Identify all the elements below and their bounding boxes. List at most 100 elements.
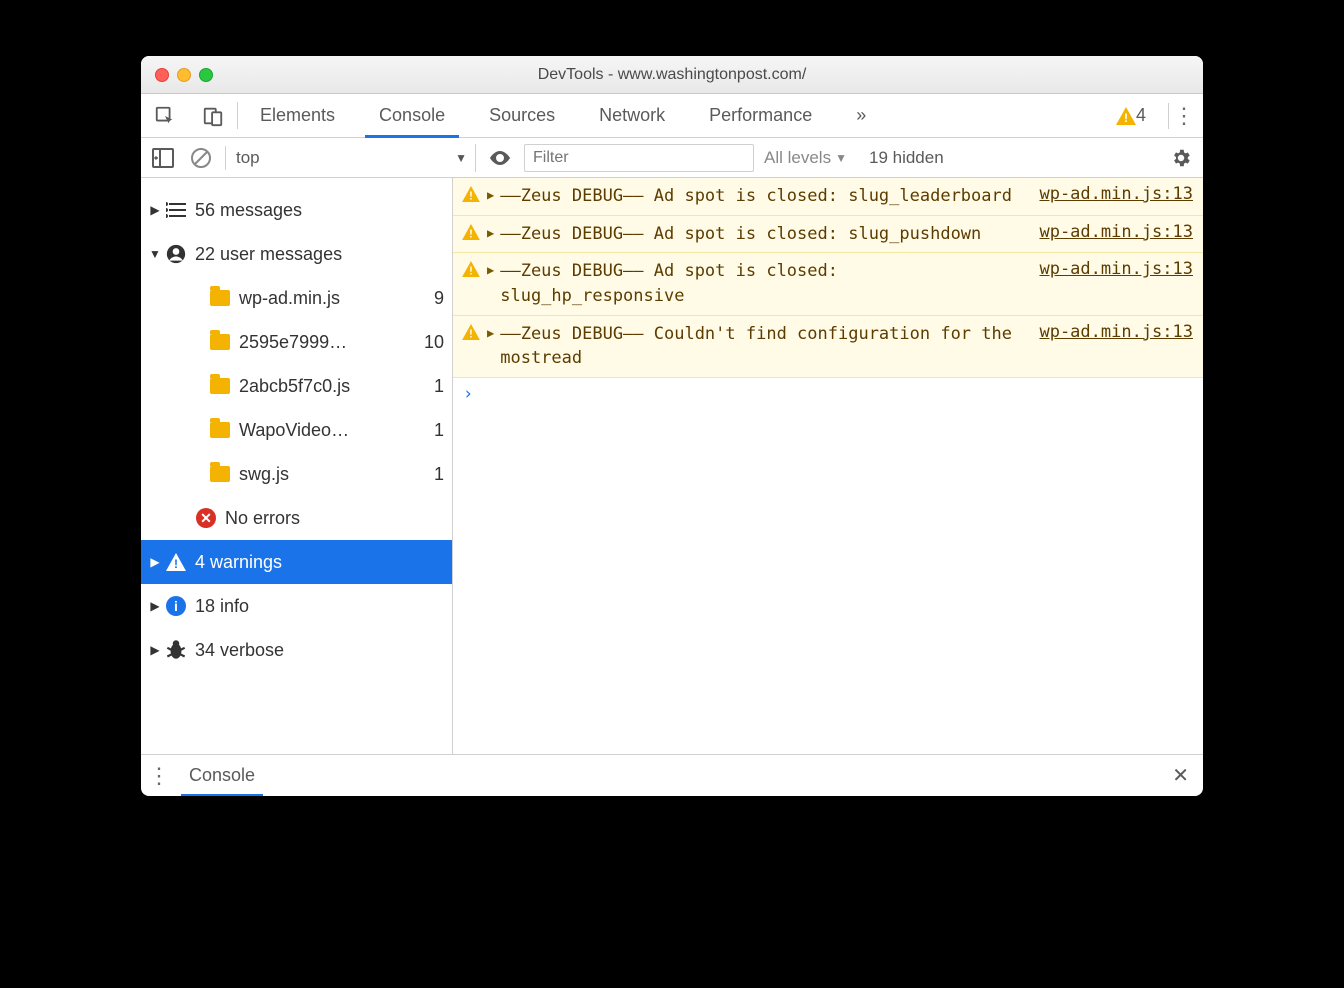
tab-label: Console [379, 105, 445, 126]
log-message: ––Zeus DEBUG–– Ad spot is closed: slug_p… [500, 222, 1023, 247]
warning-badge-icon[interactable]: ! [1116, 107, 1136, 125]
tab-network[interactable]: Network [577, 94, 687, 137]
bug-icon [163, 637, 189, 663]
console-prompt[interactable]: › [453, 378, 1203, 410]
folder-icon [207, 422, 233, 438]
chevron-down-icon: ▼ [835, 151, 847, 165]
folder-icon [207, 378, 233, 394]
file-count: 1 [428, 376, 444, 397]
file-name: swg.js [239, 464, 428, 485]
folder-icon [207, 466, 233, 482]
sidebar-item-errors[interactable]: ✕ No errors [141, 496, 452, 540]
sidebar-item-label: 22 user messages [195, 244, 444, 265]
clear-console-icon[interactable] [187, 144, 215, 172]
tab-console[interactable]: Console [357, 94, 467, 137]
file-count: 9 [428, 288, 444, 309]
log-row-warning[interactable]: ! ▶ ––Zeus DEBUG–– Ad spot is closed: sl… [453, 253, 1203, 315]
log-row-warning[interactable]: ! ▶ ––Zeus DEBUG–– Ad spot is closed: sl… [453, 216, 1203, 254]
disclosure-icon [147, 555, 163, 569]
disclosure-icon[interactable]: ▶ [487, 226, 494, 240]
log-source-link[interactable]: wp-ad.min.js:13 [1039, 259, 1193, 279]
close-icon[interactable]: ✕ [1164, 759, 1197, 792]
tab-label: Sources [489, 105, 555, 126]
tab-label: Network [599, 105, 665, 126]
tab-label: Elements [260, 105, 335, 126]
disclosure-icon[interactable]: ▶ [487, 263, 494, 277]
log-message: ––Zeus DEBUG–– Ad spot is closed: slug_h… [500, 259, 1023, 308]
context-label: top [236, 148, 260, 168]
filter-input[interactable] [524, 144, 754, 172]
sidebar-item-warnings[interactable]: ! 4 warnings [141, 540, 452, 584]
sidebar-item-verbose[interactable]: 34 verbose [141, 628, 452, 672]
svg-text:!: ! [468, 227, 474, 240]
svg-text:!: ! [468, 189, 474, 202]
window-title: DevTools - www.washingtonpost.com/ [153, 66, 1191, 84]
drawer-tab-console[interactable]: Console [181, 755, 263, 796]
warning-icon: ! [461, 324, 481, 340]
log-source-link[interactable]: wp-ad.min.js:13 [1039, 184, 1193, 204]
sidebar-item-label: 34 verbose [195, 640, 444, 661]
sidebar-item-label: 56 messages [195, 200, 444, 221]
log-row-warning[interactable]: ! ▶ ––Zeus DEBUG–– Couldn't find configu… [453, 316, 1203, 378]
svg-text:!: ! [468, 265, 474, 278]
panel-tabbar: Elements Console Sources Network Perform… [141, 94, 1203, 138]
live-expression-icon[interactable] [486, 144, 514, 172]
drawer-menu-icon[interactable]: ⋮ [147, 763, 171, 789]
tab-overflow[interactable]: » [834, 94, 888, 137]
log-source-link[interactable]: wp-ad.min.js:13 [1039, 322, 1193, 342]
log-message: ––Zeus DEBUG–– Ad spot is closed: slug_l… [500, 184, 1023, 209]
svg-text:!: ! [1124, 111, 1128, 125]
tab-performance[interactable]: Performance [687, 94, 834, 137]
console-toolbar: top ▼ All levels ▼ 19 hidden [141, 138, 1203, 178]
sidebar-file-item[interactable]: 2595e7999… 10 [141, 320, 452, 364]
sidebar-item-info[interactable]: i 18 info [141, 584, 452, 628]
disclosure-icon[interactable]: ▶ [487, 326, 494, 340]
inspect-element-icon[interactable] [141, 94, 189, 137]
log-source-link[interactable]: wp-ad.min.js:13 [1039, 222, 1193, 242]
tab-elements[interactable]: Elements [238, 94, 357, 137]
file-name: 2abcb5f7c0.js [239, 376, 428, 397]
console-sidebar: 56 messages 22 user messages wp-ad.min.j… [141, 178, 453, 754]
device-toolbar-icon[interactable] [189, 94, 237, 137]
list-icon [163, 202, 189, 218]
overflow-glyph: » [856, 105, 866, 126]
warning-badge-count[interactable]: 4 [1136, 105, 1146, 126]
sidebar-file-item[interactable]: wp-ad.min.js 9 [141, 276, 452, 320]
traffic-lights [155, 68, 213, 82]
warning-icon: ! [461, 186, 481, 202]
sidebar-file-item[interactable]: swg.js 1 [141, 452, 452, 496]
gear-icon[interactable] [1167, 144, 1195, 172]
disclosure-icon[interactable]: ▶ [487, 188, 494, 202]
sidebar-item-messages[interactable]: 56 messages [141, 188, 452, 232]
sidebar-file-item[interactable]: 2abcb5f7c0.js 1 [141, 364, 452, 408]
user-icon [163, 244, 189, 264]
svg-text:!: ! [174, 557, 178, 571]
close-window-button[interactable] [155, 68, 169, 82]
chevron-down-icon: ▼ [455, 151, 467, 165]
context-selector[interactable]: top ▼ [236, 144, 476, 172]
sidebar-item-label: 4 warnings [195, 552, 444, 573]
file-name: WapoVideo… [239, 420, 428, 441]
sidebar-file-item[interactable]: WapoVideo… 1 [141, 408, 452, 452]
folder-icon [207, 334, 233, 350]
hidden-count[interactable]: 19 hidden [869, 148, 944, 168]
devtools-window: DevTools - www.washingtonpost.com/ Eleme… [141, 56, 1203, 796]
file-name: wp-ad.min.js [239, 288, 428, 309]
drawer-tab-label: Console [189, 765, 255, 786]
log-levels-selector[interactable]: All levels ▼ [764, 148, 847, 168]
sidebar-item-label: No errors [225, 508, 444, 529]
disclosure-icon [147, 643, 163, 657]
tab-sources[interactable]: Sources [467, 94, 577, 137]
zoom-window-button[interactable] [199, 68, 213, 82]
sidebar-item-user-messages[interactable]: 22 user messages [141, 232, 452, 276]
minimize-window-button[interactable] [177, 68, 191, 82]
file-count: 1 [428, 464, 444, 485]
tab-label: Performance [709, 105, 812, 126]
console-log-area: ! ▶ ––Zeus DEBUG–– Ad spot is closed: sl… [453, 178, 1203, 754]
sidebar-item-label: 18 info [195, 596, 444, 617]
file-count: 1 [428, 420, 444, 441]
file-name: 2595e7999… [239, 332, 418, 353]
log-row-warning[interactable]: ! ▶ ––Zeus DEBUG–– Ad spot is closed: sl… [453, 178, 1203, 216]
more-menu-icon[interactable]: ⋮ [1169, 103, 1199, 129]
toggle-sidebar-icon[interactable] [149, 144, 177, 172]
